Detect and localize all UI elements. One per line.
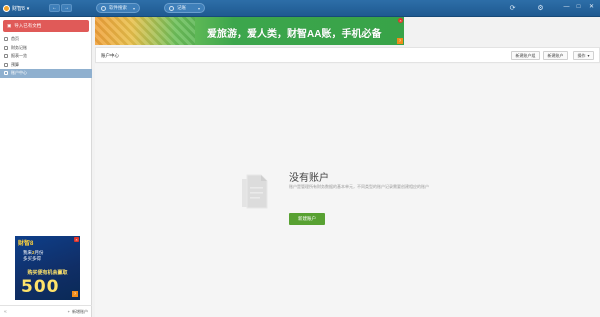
sidebar-item-account-center[interactable]: 账户中心 [0,69,92,78]
collapse-icon[interactable]: « [4,309,7,315]
new-account-group-label: 新建账户组 [515,52,536,58]
banner-slogan: 爱旅游，爱人类，财智AA账，手机必备 [207,29,382,40]
new-account-button[interactable]: 新建账户 [543,51,568,60]
app-menu-button[interactable]: 财智8 ▾ [3,3,29,14]
plus-icon: + [67,309,70,314]
import-icon: ▣ [7,23,12,28]
empty-state-title: 没有账户 [289,173,329,184]
ledger-icon [4,45,8,50]
import-document-button[interactable]: ▣ 导入已有文档 [3,20,89,32]
create-account-label: 新建账户 [298,216,316,221]
back-arrow-icon: ← [52,5,57,11]
create-account-button[interactable]: 新建账户 [289,213,325,225]
report-icon [4,54,8,59]
chevron-down-icon: ▾ [587,53,590,58]
ad-amount: 500 [21,277,60,297]
page-title: 账户中心 [101,53,119,58]
record-dropdown[interactable]: 记账 ▾ [164,3,205,13]
operations-dropdown[interactable]: 操作 ▾ [573,51,594,60]
sidebar-item-label: 预算 [11,61,19,67]
main-panel: 爱旅游，爱人类，财智AA账，手机必备 × ? 账户中心 新建账户组 新建账户 操… [92,17,600,317]
record-icon [169,5,174,11]
app-menu-label: 财智8 [12,6,25,12]
page-toolbar: 账户中心 新建账户组 新建账户 操作 ▾ [95,47,600,63]
sidebar-item-label: 报表一览 [11,53,27,59]
close-button[interactable]: ✕ [587,3,596,12]
minimize-icon: — [563,4,570,10]
sidebar-item-label: 账户中心 [11,70,27,76]
new-account-group-button[interactable]: 新建账户组 [511,51,540,60]
sidebar-item-home[interactable]: 首页 [0,35,92,44]
sidebar-item-label: 财务记账 [11,44,27,50]
record-label: 记账 [177,5,186,10]
ad-line1-prefix: 我来 [23,250,32,255]
chevron-down-icon: ▾ [26,5,30,12]
sidebar-item-ledger[interactable]: 财务记账 [0,44,92,53]
banner-close-icon[interactable]: × [398,18,403,23]
sync-icon[interactable]: ⟳ [508,4,517,13]
chevron-down-icon: ▾ [132,5,135,11]
maximize-icon: □ [576,4,581,10]
top-banner-ad[interactable]: 爱旅游，爱人类，财智AA账，手机必备 × ? [95,17,404,45]
sidebar-item-budget[interactable]: 预算 [0,61,92,70]
home-icon [4,37,8,42]
back-button[interactable]: ← [49,4,60,12]
sidebar-footer: « + 新增账户 [0,305,92,317]
new-account-label: 新增账户 [72,308,88,314]
maximize-button[interactable]: □ [574,3,583,12]
account-list-area: 没有账户 账户是管理所有财务数据的基本单元，不同类型的账户记录需要创建相应的账户… [95,64,600,317]
top-bar: 财智8 ▾ ← → 软件搜索 ▾ 记账 ▾ ⟳ ⚙ — □ ✕ [0,0,600,17]
ad-brand: 财智8 [18,241,34,247]
ad-line1-suffix: 月份 [34,250,44,255]
chevron-down-icon: ▾ [197,5,200,11]
budget-icon [4,62,8,67]
sidebar-nav: 首页 财务记账 报表一览 预算 账户中心 [0,35,92,78]
empty-document-icon [242,174,268,209]
forward-arrow-icon: → [64,5,69,11]
close-icon: ✕ [588,4,595,10]
banner-info-icon: ? [397,38,403,44]
app-logo-icon [3,5,10,12]
banner-illustration [95,17,195,45]
ad-line2: 多买多得 [23,256,41,261]
new-account-label: 新建账户 [547,52,564,58]
ad-info-icon: ? [72,291,78,297]
empty-state-description: 账户是管理所有财务数据的基本单元，不同类型的账户记录需要创建相应的账户 [289,184,429,189]
sidebar-item-reports[interactable]: 报表一览 [0,52,92,61]
search-icon [101,5,106,11]
account-icon [4,71,8,76]
forward-button[interactable]: → [61,4,72,12]
import-label: 导入已有文档 [14,23,42,28]
minimize-button[interactable]: — [562,3,571,12]
ad-text: 我来2月份 多买多得 [23,250,44,262]
search-placeholder: 软件搜索 [109,5,127,10]
sidebar: ▣ 导入已有文档 首页 财务记账 报表一览 预算 账户中心 财智8 我来2月份 … [0,17,92,317]
operations-label: 操作 [577,52,586,58]
settings-icon[interactable]: ⚙ [536,4,545,13]
sidebar-ad[interactable]: 财智8 我来2月份 多买多得 购买便有机会赢取 500 × ? [15,236,80,300]
search-input[interactable]: 软件搜索 ▾ [96,3,140,13]
sidebar-item-label: 首页 [11,36,19,42]
new-account-link[interactable]: + 新增账户 [68,309,88,315]
ad-close-icon[interactable]: × [74,237,79,242]
